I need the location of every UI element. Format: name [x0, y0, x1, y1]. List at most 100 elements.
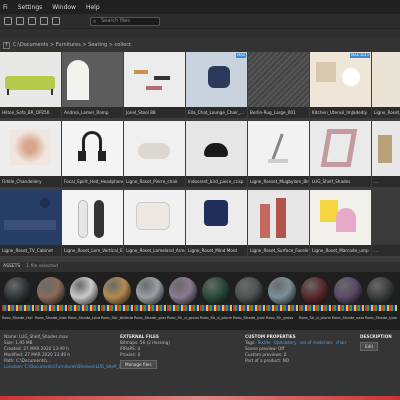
edit-description-button[interactable]: Edit	[360, 342, 379, 351]
tile-label: Ligne_Roset_TV_Cabinet	[2, 248, 53, 253]
manage-files-button[interactable]: Manage files	[120, 360, 157, 369]
uv-checker	[200, 305, 232, 311]
menu-bar: Fi Settings Window Help	[0, 0, 400, 14]
asset-tile[interactable]: Ligne_Rosset_Mugbylam_Bird_Lam	[248, 121, 309, 187]
asset-tile[interactable]: ...	[372, 121, 400, 187]
tile-label: Andrea_Lamer_Ramp	[64, 110, 109, 115]
material-swatch[interactable]: Roro_Sh_d_plums2	[299, 275, 331, 327]
tag[interactable]: set of materials	[300, 340, 333, 346]
up-folder-icon[interactable]: ↑	[3, 41, 10, 49]
uv-checker	[233, 305, 265, 311]
custom-line: Part of a product: NO	[245, 358, 290, 363]
material-swatch[interactable]: Roro_Shade_Ijonm	[365, 275, 397, 327]
tile-label: Ligne_Roset_Lom_Vertical_Ext	[64, 248, 123, 253]
menu-help[interactable]: Help	[81, 4, 105, 11]
asset-tile[interactable]: LUG_Shelf_Shades	[310, 121, 371, 187]
asset-tile[interactable]: Hilton_Sofa_BR_OP250	[0, 52, 61, 118]
asset-tile[interactable]: ...	[372, 190, 400, 256]
description-title: DESCRIPTION	[360, 334, 392, 339]
material-sphere	[202, 277, 230, 305]
uv-checker	[167, 305, 199, 311]
asset-tile[interactable]: Ligne_Roset_Lomeland_Armchair	[124, 190, 185, 256]
custom-properties: CUSTOM PROPERTIES Tags: Textile Upholste…	[245, 334, 348, 364]
material-sphere	[37, 277, 65, 305]
asset-tile[interactable]: Focal_Spirit_Hed_Headphones	[62, 121, 123, 187]
asset-tile[interactable]: Ligne_Roset_Mind Mont	[186, 190, 247, 256]
material-swatch[interactable]: Roro_Shade_Hol	[2, 275, 34, 327]
thumbnail	[124, 190, 185, 245]
grid-view-icon[interactable]	[40, 17, 48, 25]
thumbnail	[372, 52, 400, 107]
back-icon[interactable]	[4, 17, 12, 25]
thumbnail	[0, 190, 61, 245]
material-swatch[interactable]: Roro_Sh_d_plums	[200, 275, 232, 327]
menu-settings[interactable]: Settings	[13, 4, 48, 11]
material-label: Roro_Shr_Aldirdeat	[101, 315, 133, 320]
tile-label: Fiddle_Chandeliery	[2, 179, 42, 184]
tile-label: Ligne_Roset_...	[374, 110, 400, 115]
selection-count: 1 file selected	[26, 264, 58, 269]
material-swatch[interactable]: Roro_Shade_Ijorm	[233, 275, 265, 327]
path-link[interactable]: Location: C:\Documents\Furnitures\Shelve…	[4, 364, 134, 370]
material-sphere	[268, 277, 296, 305]
asset-tile[interactable]: Ligne_Roset_...	[372, 52, 400, 118]
asset-tile[interactable]: Ligne_Roset_Surface_Faceline	[248, 190, 309, 256]
asset-tile[interactable]: Indoorest_bird_piece_crisp	[186, 121, 247, 187]
material-swatch[interactable]: Roro_Shade_gram	[134, 275, 166, 327]
menu-window[interactable]: Window	[47, 4, 81, 11]
version-badge: MAX	[236, 53, 246, 58]
material-label: Roro_Shade_Hol	[2, 315, 33, 320]
thumbnail	[310, 190, 371, 245]
thumbnail	[62, 190, 123, 245]
material-swatch[interactable]: Roro_Shade_blanc	[35, 275, 67, 327]
tile-label: Ligne_Roset_Pierre_chair	[126, 179, 178, 184]
material-label: Roro_Shade_gram	[134, 315, 166, 320]
tile-label: LUG_Shelf_Shades	[312, 179, 351, 184]
material-label: Roro_Shade_Iside	[68, 315, 100, 320]
materials-strip: Roro_Shade_Hol Roro_Shade_blanc Roro_Shade…	[0, 272, 400, 330]
material-swatch[interactable]: Roro_Shade_sandpath	[332, 275, 364, 327]
asset-tile[interactable]: Andrea_Lamer_Ramp	[62, 52, 123, 118]
thumbnail	[62, 121, 123, 176]
thumbnail	[124, 52, 185, 107]
folder-icon[interactable]	[28, 17, 36, 25]
external-files: EXTERNAL FILES Bitmaps: 56 (2 missing) I…	[120, 334, 170, 369]
uv-checker	[68, 305, 100, 311]
asset-tile[interactable]: Ligne_Roset_Marcade_ump	[310, 190, 371, 256]
breadcrumb-path[interactable]: C:\Documents > Furnitures > Seating > co…	[13, 38, 131, 52]
thumbnail	[372, 190, 400, 245]
tile-label: Ligne_Roset_Surface_Faceline	[250, 248, 309, 253]
thumbnail	[0, 52, 61, 107]
search-input[interactable]: ⌕ Search files	[90, 17, 160, 26]
thumbnail	[310, 52, 371, 107]
thumbnail	[186, 190, 247, 245]
materials-header: ASSETS 1 file selected	[0, 262, 400, 272]
asset-tile[interactable]: Berlin-Rug_Large_001	[248, 52, 309, 118]
asset-tile[interactable]: Jonel_Stool 88	[124, 52, 185, 118]
material-swatch[interactable]: Roro_Sh_d_grous	[167, 275, 199, 327]
material-swatch[interactable]: Roro_Sh_gross	[266, 275, 298, 327]
asset-grid: Hilton_Sofa_BR_OP250 Andrea_Lamer_Ramp J…	[0, 52, 400, 258]
material-label: Roro_Shade_Ijorm	[233, 315, 265, 320]
asset-tile[interactable]: Ligne_Roset_Pierre_chair	[124, 121, 185, 187]
material-sphere	[70, 277, 98, 305]
tag[interactable]: chair	[336, 340, 346, 346]
material-label: Roro_Shade_Ijonm	[365, 315, 397, 320]
asset-tile[interactable]: MAX 2013 Kitchen_Utensil_ImJadedly	[310, 52, 371, 118]
forward-icon[interactable]	[16, 17, 24, 25]
filter-icon[interactable]	[52, 17, 60, 25]
uv-checker	[35, 305, 67, 311]
tile-label: Ligne_Roset_Lomeland_Armchair	[126, 248, 185, 253]
uv-checker	[332, 305, 364, 311]
tile-label: Hilton_Sofa_BR_OP250	[2, 110, 50, 115]
material-sphere	[136, 277, 164, 305]
material-swatch[interactable]: Roro_Shade_Iside	[68, 275, 100, 327]
asset-tile[interactable]: Fiddle_Chandeliery	[0, 121, 61, 187]
material-swatch[interactable]: Roro_Shr_Aldirdeat	[101, 275, 133, 327]
asset-tile[interactable]: Ligne_Roset_Lom_Vertical_Ext	[62, 190, 123, 256]
asset-tile[interactable]: MAX Ella_Chat_Lounge_Chair_...	[186, 52, 247, 118]
material-sphere	[169, 277, 197, 305]
asset-tile[interactable]: Ligne_Roset_TV_Cabinet	[0, 190, 61, 256]
menu-file[interactable]: Fi	[0, 4, 13, 11]
file-info: Name: LUG_Shelf_Shades.max Size: 1.95 MB…	[4, 334, 134, 370]
